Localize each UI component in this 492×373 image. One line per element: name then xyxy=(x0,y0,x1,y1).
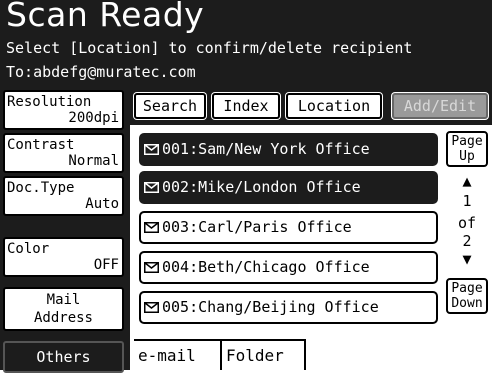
tab-location[interactable]: Location xyxy=(286,93,382,119)
resolution-label: Resolution xyxy=(7,94,92,110)
color-label: Color xyxy=(7,241,50,257)
arrow-down-icon: ▼ xyxy=(462,250,472,268)
header-bar: Scan Ready Select [Location] to confirm/… xyxy=(0,0,492,87)
envelope-icon xyxy=(144,182,159,193)
address-book-panel: Search Index Location Add/Edit 001:Sam/N… xyxy=(130,87,492,370)
entry-label: 005:Chang/Beijing Office xyxy=(162,298,379,316)
color-value: OFF xyxy=(93,257,119,273)
address-entry-005[interactable]: 005:Chang/Beijing Office xyxy=(139,291,438,324)
address-entry-003[interactable]: 003:Carl/Paris Office xyxy=(139,211,438,244)
instruction-text: Select [Location] to confirm/delete reci… xyxy=(6,39,413,57)
entry-label: 002:Mike/London Office xyxy=(162,178,361,196)
resolution-value: 200dpi xyxy=(68,110,119,126)
address-entry-002[interactable]: 002:Mike/London Office xyxy=(139,171,438,204)
others-button[interactable]: Others xyxy=(3,341,124,373)
envelope-icon xyxy=(144,222,159,233)
doc-type-value: Auto xyxy=(85,196,119,212)
tab-add-edit[interactable]: Add/Edit xyxy=(392,93,488,119)
tab-email[interactable]: e-mail xyxy=(134,339,220,370)
page-of-label: of xyxy=(457,214,477,232)
tab-search[interactable]: Search xyxy=(134,93,206,119)
contrast-button[interactable]: Contrast Normal xyxy=(3,133,124,173)
doc-type-button[interactable]: Doc.Type Auto xyxy=(3,176,124,216)
entry-label: 003:Carl/Paris Office xyxy=(162,218,352,236)
bottom-tab-bar: e-mail Folder xyxy=(130,333,492,370)
mail-address-line1: Mail xyxy=(46,292,81,308)
address-entry-004[interactable]: 004:Beth/Chicago Office xyxy=(139,251,438,284)
page-up-line1: Page xyxy=(451,134,483,149)
envelope-icon xyxy=(144,262,159,273)
page-current: 1 xyxy=(462,192,472,210)
page-up-line2: Up xyxy=(459,149,475,164)
envelope-icon xyxy=(144,144,159,155)
tab-bar: Search Index Location Add/Edit xyxy=(130,87,492,125)
settings-sidebar: Resolution 200dpi Contrast Normal Doc.Ty… xyxy=(0,87,130,373)
tab-index[interactable]: Index xyxy=(212,93,280,119)
destination-address: To:abdefg@muratec.com xyxy=(6,63,196,81)
address-entry-001[interactable]: 001:Sam/New York Office xyxy=(139,133,438,166)
envelope-icon xyxy=(144,302,159,313)
arrow-up-icon: ▲ xyxy=(462,172,472,190)
page-down-line2: Down xyxy=(451,296,483,311)
page-title: Scan Ready xyxy=(6,0,205,34)
contrast-value: Normal xyxy=(68,153,119,169)
page-total: 2 xyxy=(462,232,472,250)
color-button[interactable]: Color OFF xyxy=(3,237,124,277)
page-down-line1: Page xyxy=(451,281,483,296)
mail-address-button[interactable]: Mail Address xyxy=(3,287,124,331)
page-up-button[interactable]: Page Up xyxy=(446,131,488,167)
contrast-label: Contrast xyxy=(7,137,75,153)
page-down-button[interactable]: Page Down xyxy=(446,278,488,314)
entry-label: 001:Sam/New York Office xyxy=(162,140,370,158)
entry-label: 004:Beth/Chicago Office xyxy=(162,258,370,276)
mail-address-line2: Address xyxy=(33,310,93,326)
doc-type-label: Doc.Type xyxy=(7,180,75,196)
tab-folder[interactable]: Folder xyxy=(220,339,306,370)
resolution-button[interactable]: Resolution 200dpi xyxy=(3,90,124,130)
